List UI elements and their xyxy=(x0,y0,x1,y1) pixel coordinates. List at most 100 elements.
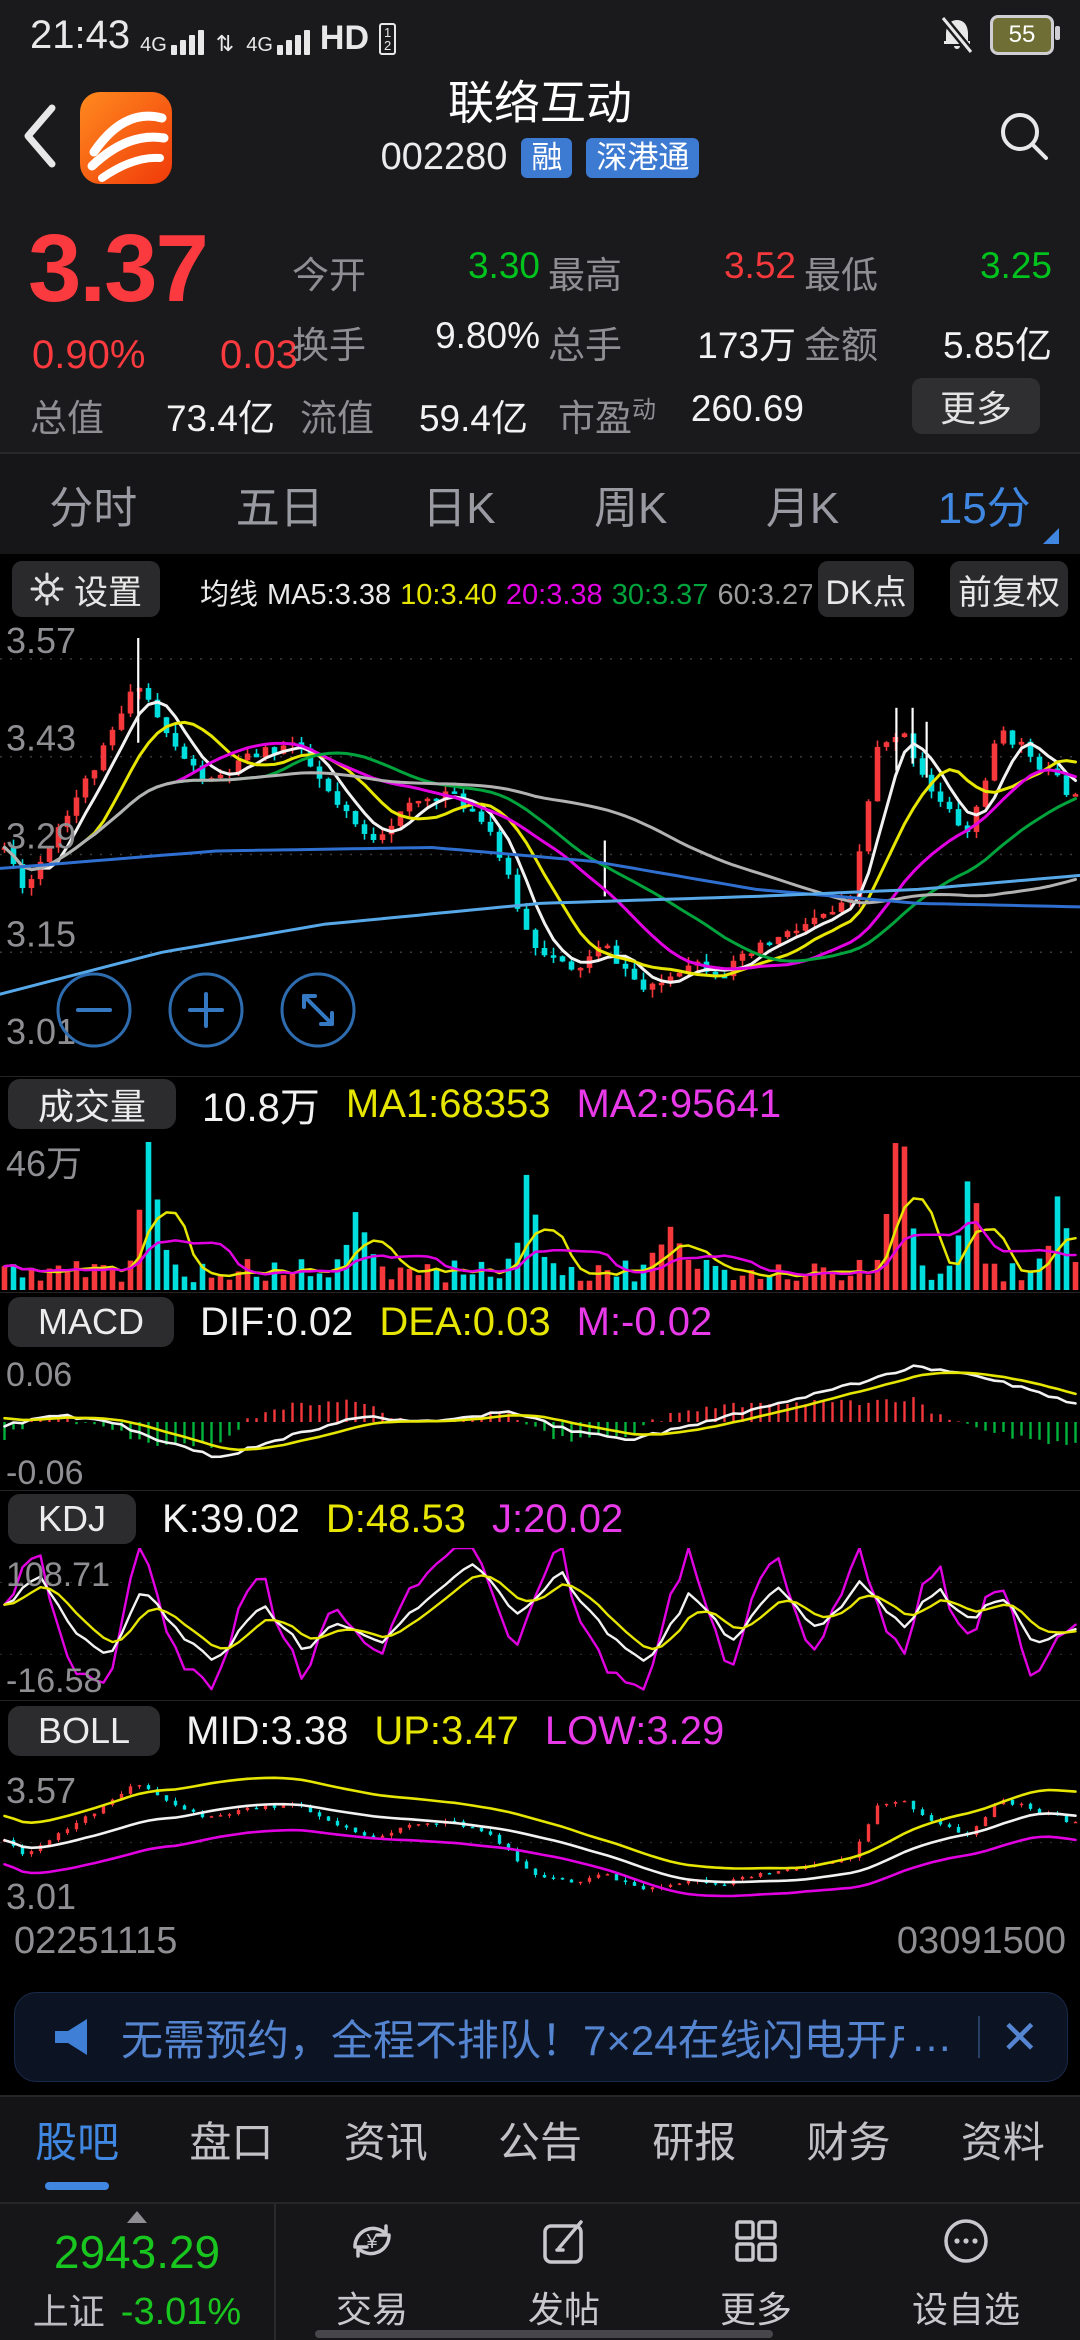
action-label: 设自选 xyxy=(912,2281,1020,2333)
svg-text:3.57: 3.57 xyxy=(6,624,76,661)
time-axis-start: 02251115 xyxy=(14,1920,177,1963)
period-tab-4[interactable]: 月K xyxy=(758,472,847,536)
macd-indicator-button[interactable]: MACD xyxy=(8,1297,174,1347)
watchlist-icon xyxy=(939,2214,993,2273)
boll-low: LOW:3.29 xyxy=(545,1709,724,1754)
search-icon[interactable] xyxy=(994,106,1054,166)
active-tab-underline xyxy=(662,2182,726,2190)
content-tab-1[interactable]: 盘口 xyxy=(189,2109,273,2190)
content-tab-0[interactable]: 股吧 xyxy=(35,2109,119,2190)
content-tab-bar: 股吧盘口资讯公告研报财务资料 xyxy=(0,2095,1080,2202)
signal-icon-2: 4G xyxy=(246,30,310,55)
svg-text:3.15: 3.15 xyxy=(6,913,76,954)
adjust-mode-button[interactable]: 前复权 xyxy=(950,561,1068,617)
low-label: 最低 xyxy=(804,245,878,315)
expand-icon xyxy=(282,974,354,1046)
svg-text:3.01: 3.01 xyxy=(6,1876,76,1915)
boll-up: UP:3.47 xyxy=(374,1709,519,1754)
quote-row3: 总值 73.4亿 流值 59.4亿 市盈动 260.69 更多 xyxy=(0,388,1080,444)
turnover-label: 换手 xyxy=(292,315,366,385)
amount-value: 5.85亿 xyxy=(943,315,1052,385)
active-tab-underline xyxy=(45,2182,109,2190)
kdj-d: D:48.53 xyxy=(326,1497,466,1542)
ma-title: 均线 xyxy=(200,579,258,611)
last-price: 3.37 xyxy=(28,221,207,317)
svg-text:-16.58: -16.58 xyxy=(6,1662,102,1698)
period-tab-5[interactable]: 15分 xyxy=(930,472,1039,536)
action-2[interactable]: 更多 xyxy=(720,2214,792,2333)
action-3[interactable]: 设自选 xyxy=(912,2214,1020,2333)
bottom-actions: ¥交易 发帖 更多设自选 xyxy=(276,2204,1080,2340)
margin-badge: 融 xyxy=(521,138,572,178)
index-quote-block[interactable]: 2943.29 上证 -3.01% xyxy=(0,2204,276,2340)
content-tab-3[interactable]: 公告 xyxy=(498,2109,582,2190)
scroll-indicator[interactable] xyxy=(315,2330,773,2338)
chart-toolbar: 设置 均线MA5:3.3810:3.4020:3.3830:3.3760:3.2… xyxy=(0,554,1080,624)
volume-header: 成交量 10.8万 MA1:68353 MA2:95641 xyxy=(0,1076,1080,1131)
boll-chart[interactable]: 3.573.01 xyxy=(0,1763,1080,1915)
volume-indicator-button[interactable]: 成交量 xyxy=(8,1079,176,1129)
zoom-controls[interactable] xyxy=(52,968,372,1052)
status-bar: 21:43 4G ⇅ 4G HD 1 2 xyxy=(0,0,1080,70)
time-axis-end: 03091500 xyxy=(897,1920,1066,1963)
quote-panel: 3.37 0.90% 0.03 今开3.30 最高3.52 最低3.25 换手9… xyxy=(0,205,1080,452)
kdj-chart[interactable]: 108.71 -16.58 xyxy=(0,1548,1080,1698)
floatcap-value: 59.4亿 xyxy=(382,388,528,442)
ad-ellipsis: … xyxy=(910,2013,952,2061)
ma-value-1: 10:3.40 xyxy=(400,579,497,611)
content-tab-4[interactable]: 研报 xyxy=(652,2109,736,2190)
svg-text:-0.06: -0.06 xyxy=(6,1454,84,1492)
boll-indicator-button[interactable]: BOLL xyxy=(8,1706,160,1756)
action-1[interactable]: 发帖 xyxy=(528,2214,600,2333)
content-tab-2[interactable]: 资讯 xyxy=(344,2109,428,2190)
mktcap-value: 73.4亿 xyxy=(110,388,275,442)
active-tab-corner-icon xyxy=(1043,528,1059,544)
action-0[interactable]: ¥交易 xyxy=(336,2214,408,2333)
turnover-value: 9.80% xyxy=(435,315,540,385)
macd-dif: DIF:0.02 xyxy=(200,1300,353,1345)
volume-current: 10.8万 xyxy=(202,1075,320,1133)
active-tab-underline xyxy=(817,2182,881,2190)
macd-chart[interactable]: 0.06-0.06 xyxy=(0,1352,1080,1492)
period-tab-0[interactable]: 分时 xyxy=(41,472,145,536)
action-label: 交易 xyxy=(336,2281,408,2333)
kdj-indicator-button[interactable]: KDJ xyxy=(8,1494,136,1544)
mute-bell-icon xyxy=(938,15,976,55)
settings-button[interactable]: 设置 xyxy=(12,561,160,617)
kdj-header: KDJ K:39.02 D:48.53 J:20.02 xyxy=(0,1490,1080,1547)
content-tab-6[interactable]: 资料 xyxy=(961,2109,1045,2190)
active-tab-underline xyxy=(971,2182,1035,2190)
ad-banner[interactable]: 无需预约，全程不排队！7×24在线闪电开户！ … ✕ xyxy=(14,1992,1068,2082)
active-tab-underline xyxy=(508,2182,572,2190)
period-tab-1[interactable]: 五日 xyxy=(228,472,332,536)
period-tab-3[interactable]: 周K xyxy=(586,472,675,536)
gear-icon xyxy=(30,572,64,606)
pe-label: 市盈动 xyxy=(558,388,656,442)
volume-ma2: MA2:95641 xyxy=(576,1082,781,1127)
mktcap-label: 总值 xyxy=(30,388,104,442)
macd-dea: DEA:0.03 xyxy=(379,1300,550,1345)
kdj-j: J:20.02 xyxy=(492,1497,623,1542)
svg-text:108.71: 108.71 xyxy=(6,1556,110,1594)
volume-chart[interactable]: 46万 xyxy=(0,1130,1080,1290)
change-value: 0.03 xyxy=(220,333,298,378)
period-tab-2[interactable]: 日K xyxy=(414,472,503,536)
more-button[interactable]: 更多 xyxy=(912,378,1040,434)
close-icon[interactable]: ✕ xyxy=(1000,2010,1039,2064)
index-name: 上证 xyxy=(33,2283,105,2335)
signal-icon-1: 4G xyxy=(140,30,204,55)
high-value: 3.52 xyxy=(724,245,796,315)
volume-label: 总手 xyxy=(548,315,622,385)
time-axis: 02251115 03091500 xyxy=(0,1920,1080,1964)
header: 联络互动 002280 融 深港通 xyxy=(0,70,1080,205)
volume-value: 173万 xyxy=(697,315,796,385)
index-value: 2943.29 xyxy=(54,2227,220,2277)
dk-button[interactable]: DK点 xyxy=(818,561,914,617)
clock: 21:43 xyxy=(30,15,130,55)
bottom-bar: 2943.29 上证 -3.01% ¥交易 发帖 更多设自选 xyxy=(0,2202,1080,2340)
quote-grid: 今开3.30 最高3.52 最低3.25 换手9.80% 总手173万 金额5.… xyxy=(292,245,1060,385)
macd-header: MACD DIF:0.02 DEA:0.03 M:-0.02 xyxy=(0,1292,1080,1351)
content-tab-5[interactable]: 财务 xyxy=(807,2109,891,2190)
boll-mid: MID:3.38 xyxy=(186,1709,348,1754)
grid-icon xyxy=(729,2214,783,2273)
